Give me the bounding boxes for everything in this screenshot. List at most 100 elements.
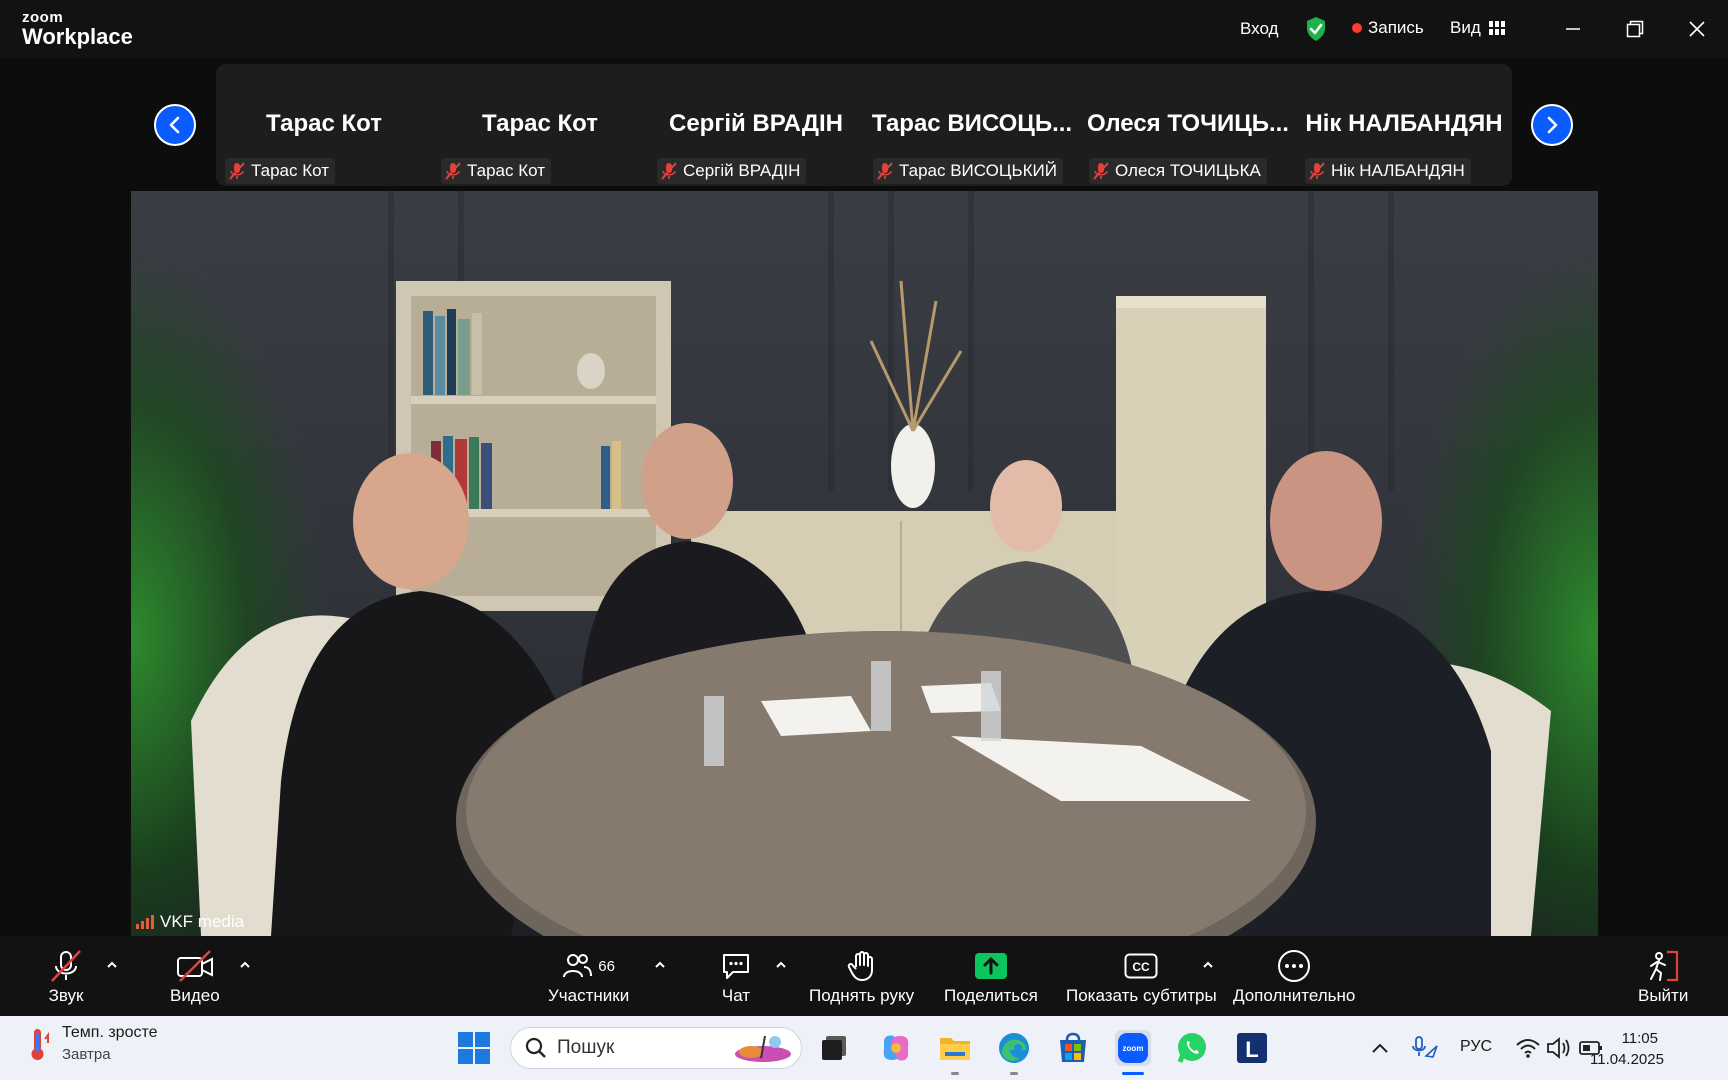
- edge-browser-button[interactable]: [996, 1030, 1032, 1066]
- lingvo-app-button[interactable]: L: [1234, 1030, 1270, 1066]
- wifi-icon[interactable]: [1515, 1030, 1541, 1066]
- show-hidden-icons-chevron-up-icon[interactable]: [1370, 1030, 1390, 1066]
- participant-tile[interactable]: Олеся ТОЧИЦЬ... Олеся ТОЧИЦЬКА: [1083, 64, 1293, 186]
- participant-name: Тарас ВИСОЦЬКИЙ: [899, 161, 1057, 180]
- restore-button[interactable]: [1620, 14, 1650, 44]
- participant-tile[interactable]: Тарас ВИСОЦЬ... Тарас ВИСОЦЬКИЙ: [867, 64, 1077, 186]
- task-view-button[interactable]: [816, 1030, 852, 1066]
- svg-text:zoom: zoom: [1123, 1044, 1144, 1053]
- search-highlight-icon: [735, 1035, 791, 1062]
- chat-options-chevron-up-icon[interactable]: [774, 958, 788, 972]
- weather-subtitle: Завтра: [62, 1046, 111, 1063]
- leave-label: Выйти: [1638, 986, 1689, 1005]
- participant-display-name: Сергій ВРАДІН: [669, 110, 843, 137]
- close-button[interactable]: [1682, 14, 1712, 44]
- participants-label: Участники: [548, 986, 630, 1005]
- edge-icon: [999, 1033, 1029, 1063]
- strip-prev-button[interactable]: [154, 104, 196, 146]
- participant-tile[interactable]: Тарас Кот Тарас Кот: [435, 64, 645, 186]
- copilot-app-button[interactable]: [878, 1030, 914, 1066]
- captions-options-chevron-up-icon[interactable]: [1201, 958, 1215, 972]
- participant-name-tag: Нік НАЛБАНДЯН: [1305, 158, 1471, 184]
- participants-button[interactable]: 66 Участники: [548, 948, 629, 1006]
- signal-bars-icon: [136, 915, 154, 929]
- clock-time: 11:05: [1621, 1030, 1658, 1047]
- edge-running-indicator: [1010, 1072, 1018, 1075]
- participant-tile[interactable]: Нік НАЛБАНДЯН Нік НАЛБАНДЯН: [1299, 64, 1509, 186]
- whatsapp-icon: [1177, 1033, 1206, 1063]
- store-icon: [1060, 1032, 1086, 1062]
- participant-name-tag: Тарас ВИСОЦЬКИЙ: [873, 158, 1063, 184]
- mic-muted-icon: [445, 162, 461, 180]
- mic-muted-icon: [661, 162, 677, 180]
- view-label: Вид: [1450, 18, 1481, 37]
- record-indicator[interactable]: Запись: [1352, 18, 1424, 38]
- participant-name: Олеся ТОЧИЦЬКА: [1115, 161, 1261, 180]
- participant-display-name: Тарас Кот: [482, 110, 598, 137]
- raise-hand-icon: [847, 951, 873, 981]
- svg-text:L: L: [1245, 1037, 1258, 1062]
- participant-display-name: Тарас ВИСОЦЬ...: [871, 110, 1073, 137]
- participant-name-tag: Тарас Кот: [225, 158, 335, 184]
- video-button[interactable]: Видео: [170, 948, 220, 1006]
- minimize-button[interactable]: [1558, 14, 1588, 44]
- search-icon: [525, 1037, 546, 1058]
- logo-workplace-text: Workplace: [22, 24, 133, 49]
- captions-button[interactable]: CC Показать субтитры: [1066, 948, 1217, 1006]
- weather-widget[interactable]: Темп. зросте Завтра: [26, 1024, 158, 1063]
- chat-button[interactable]: Чат: [720, 948, 752, 1006]
- record-label: Запись: [1368, 18, 1424, 37]
- raise-hand-button[interactable]: Поднять руку: [809, 948, 914, 1006]
- mic-muted-icon: [51, 950, 81, 982]
- active-speaker-video[interactable]: [131, 191, 1598, 936]
- closed-captions-icon: CC: [1124, 953, 1158, 979]
- weather-title: Темп. зросте: [62, 1024, 158, 1041]
- more-label: Дополнительно: [1233, 986, 1356, 1005]
- video-options-chevron-up-icon[interactable]: [238, 958, 252, 972]
- mic-muted-icon: [1093, 162, 1109, 180]
- copilot-icon: [883, 1035, 909, 1061]
- view-button[interactable]: Вид: [1450, 18, 1505, 38]
- taskbar-search[interactable]: Пошук: [510, 1027, 802, 1069]
- leave-button[interactable]: Выйти: [1638, 948, 1688, 1006]
- system-clock[interactable]: 11:05 11.04.2025: [1590, 1028, 1664, 1070]
- share-button[interactable]: Поделиться: [944, 948, 1038, 1006]
- chat-icon: [723, 954, 749, 979]
- participant-name-tag: Тарас Кот: [441, 158, 551, 184]
- strip-next-button[interactable]: [1531, 104, 1573, 146]
- microsoft-store-button[interactable]: [1055, 1030, 1091, 1066]
- microphone-in-use-icon[interactable]: [1410, 1030, 1440, 1066]
- captions-label: Показать субтитры: [1066, 986, 1217, 1005]
- gallery-grid-icon: [1488, 21, 1505, 35]
- task-view-icon: [822, 1036, 846, 1060]
- file-explorer-button[interactable]: [937, 1030, 973, 1066]
- whatsapp-button[interactable]: [1174, 1030, 1210, 1066]
- audio-button[interactable]: Звук: [48, 948, 84, 1006]
- volume-icon[interactable]: [1545, 1030, 1571, 1066]
- video-off-icon: [176, 950, 213, 982]
- video-label: Видео: [170, 986, 220, 1005]
- leave-meeting-icon: [1650, 950, 1679, 982]
- participants-icon: [563, 954, 593, 978]
- participants-options-chevron-up-icon[interactable]: [653, 958, 667, 972]
- audio-options-chevron-up-icon[interactable]: [105, 958, 119, 972]
- participant-name: Тарас Кот: [467, 161, 545, 180]
- participant-name-tag: Олеся ТОЧИЦЬКА: [1089, 158, 1267, 184]
- more-options-icon: [1278, 950, 1311, 982]
- windows-start-button[interactable]: [456, 1030, 492, 1066]
- participant-display-name: Нік НАЛБАНДЯН: [1305, 110, 1503, 137]
- zoom-app-button[interactable]: zoom: [1115, 1030, 1151, 1066]
- l-app-icon: L: [1237, 1033, 1267, 1063]
- mic-muted-icon: [1309, 162, 1325, 180]
- participant-tile[interactable]: Сергій ВРАДІН Сергій ВРАДІН: [651, 64, 861, 186]
- share-screen-icon: [974, 953, 1007, 979]
- close-icon: [1689, 21, 1705, 37]
- minimize-icon: [1566, 28, 1580, 30]
- more-button[interactable]: Дополнительно: [1233, 948, 1355, 1006]
- input-language-indicator[interactable]: РУС: [1460, 1038, 1492, 1056]
- login-button[interactable]: Вход: [1240, 0, 1278, 58]
- participant-display-name: Тарас Кот: [266, 110, 382, 137]
- security-shield-icon[interactable]: [1305, 16, 1327, 42]
- participant-tile[interactable]: Тарас Кот Тарас Кот: [219, 64, 429, 186]
- search-placeholder: Пошук: [557, 1037, 615, 1058]
